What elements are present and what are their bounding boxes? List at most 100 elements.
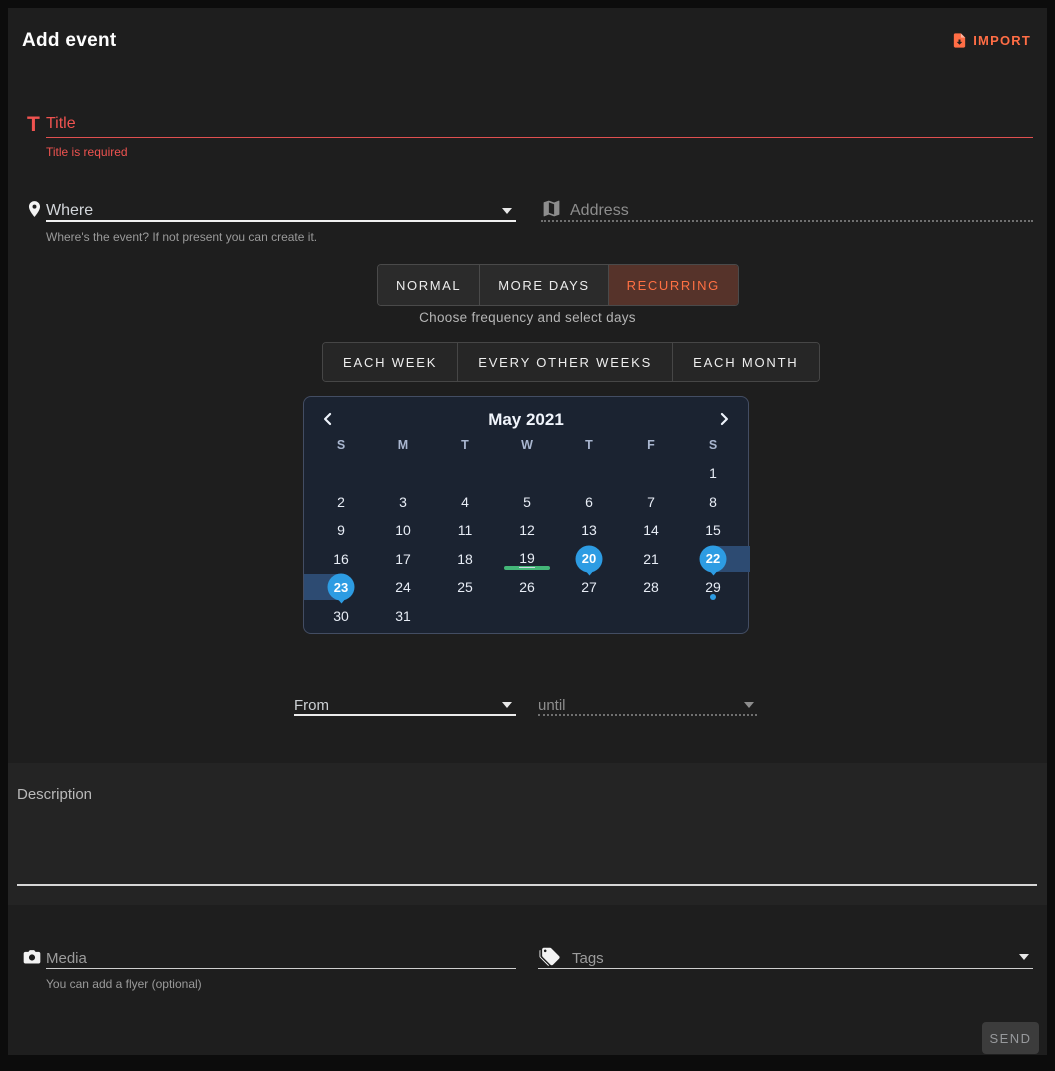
day-number: 4 (461, 494, 469, 510)
calendar-day-6[interactable]: 6 (558, 488, 620, 517)
day-number: 20 (582, 551, 596, 566)
calendar-day-14[interactable]: 14 (620, 516, 682, 545)
frequency-each-month[interactable]: EACH MONTH (673, 343, 818, 381)
calendar-day-31[interactable]: 31 (372, 602, 434, 631)
from-select[interactable] (294, 694, 494, 716)
where-caret-icon[interactable] (502, 208, 512, 214)
camera-icon (21, 946, 43, 966)
calendar-day-2[interactable]: 2 (310, 488, 372, 517)
where-hint: Where's the event? If not present you ca… (46, 230, 317, 244)
until-underline (538, 714, 757, 716)
day-number: 30 (333, 608, 349, 624)
media-hint: You can add a flyer (optional) (46, 977, 202, 991)
day-number: 24 (395, 579, 411, 595)
calendar-day-empty (682, 602, 744, 631)
weekday-label: S (682, 438, 744, 452)
day-number: 21 (643, 551, 659, 567)
calendar-day-empty (558, 459, 620, 488)
calendar-day-18[interactable]: 18 (434, 545, 496, 574)
page-title: Add event (22, 30, 117, 52)
calendar-day-22[interactable]: 22 (682, 545, 744, 574)
day-number: 12 (519, 522, 535, 538)
calendar-day-7[interactable]: 7 (620, 488, 682, 517)
calendar-day-16[interactable]: 16 (310, 545, 372, 574)
send-button[interactable]: SEND (982, 1022, 1039, 1054)
day-number: 25 (457, 579, 473, 595)
frequency-every-other-weeks[interactable]: EVERY OTHER WEEKS (458, 343, 673, 381)
from-caret-icon[interactable] (502, 702, 512, 708)
tags-caret-icon[interactable] (1019, 954, 1029, 960)
weekday-label: S (310, 438, 372, 452)
day-number: 17 (395, 551, 411, 567)
calendar: May 2021 SMTWTFS 12345678910111213141516… (303, 396, 749, 634)
calendar-day-29[interactable]: 29 (682, 573, 744, 602)
from-underline (294, 714, 516, 716)
calendar-day-9[interactable]: 9 (310, 516, 372, 545)
media-input[interactable] (46, 946, 486, 970)
day-number: 14 (643, 522, 659, 538)
calendar-day-empty (310, 459, 372, 488)
calendar-day-24[interactable]: 24 (372, 573, 434, 602)
tab-recurring[interactable]: RECURRING (609, 265, 738, 305)
calendar-day-15[interactable]: 15 (682, 516, 744, 545)
description-textarea[interactable] (17, 786, 1037, 881)
calendar-day-17[interactable]: 17 (372, 545, 434, 574)
calendar-day-19[interactable]: 19 (496, 545, 558, 574)
calendar-day-20[interactable]: 20 (558, 545, 620, 574)
tab-normal[interactable]: NORMAL (378, 265, 480, 305)
calendar-grid: 1234567891011121314151617181920212223242… (310, 459, 744, 630)
calendar-day-28[interactable]: 28 (620, 573, 682, 602)
day-number: 8 (709, 494, 717, 510)
day-number: 6 (585, 494, 593, 510)
tab-more-days[interactable]: MORE DAYS (480, 265, 608, 305)
calendar-week-row: 16 17 1819 20 21 22 (310, 545, 744, 574)
title-error-text: Title is required (46, 145, 128, 159)
calendar-next-button[interactable] (713, 409, 735, 431)
calendar-day-4[interactable]: 4 (434, 488, 496, 517)
calendar-day-10[interactable]: 10 (372, 516, 434, 545)
calendar-weekday-header: SMTWTFS (310, 438, 744, 452)
calendar-day-11[interactable]: 11 (434, 516, 496, 545)
calendar-week-row: 30 31 (310, 602, 744, 631)
calendar-day-27[interactable]: 27 (558, 573, 620, 602)
location-pin-icon (25, 198, 44, 220)
tags-select[interactable] (572, 946, 1002, 970)
calendar-day-25[interactable]: 25 (434, 573, 496, 602)
calendar-day-empty (496, 459, 558, 488)
calendar-day-3[interactable]: 3 (372, 488, 434, 517)
tags-icon (538, 946, 562, 967)
until-select[interactable] (538, 694, 718, 716)
calendar-week-row: 9 10 11 12 13 14 15 (310, 516, 744, 545)
description-underline (17, 884, 1037, 886)
weekday-label: T (434, 438, 496, 452)
calendar-day-30[interactable]: 30 (310, 602, 372, 631)
calendar-day-23[interactable]: 23 (310, 573, 372, 602)
calendar-day-26[interactable]: 26 (496, 573, 558, 602)
calendar-day-5[interactable]: 5 (496, 488, 558, 517)
day-number: 16 (333, 551, 349, 567)
weekday-label: F (620, 438, 682, 452)
import-button[interactable]: IMPORT (951, 32, 1031, 49)
calendar-day-8[interactable]: 8 (682, 488, 744, 517)
day-number: 11 (458, 522, 473, 538)
day-number: 1 (709, 465, 717, 481)
title-input[interactable] (46, 111, 1033, 137)
calendar-day-21[interactable]: 21 (620, 545, 682, 574)
calendar-day-empty (620, 459, 682, 488)
chevron-right-icon (714, 409, 734, 429)
calendar-day-empty (496, 602, 558, 631)
calendar-month-title: May 2021 (304, 410, 748, 430)
calendar-day-12[interactable]: 12 (496, 516, 558, 545)
calendar-day-empty (372, 459, 434, 488)
day-number: 9 (337, 522, 345, 538)
frequency-each-week[interactable]: EACH WEEK (323, 343, 458, 381)
calendar-day-1[interactable]: 1 (682, 459, 744, 488)
frequency-hint: Choose frequency and select days (8, 310, 1047, 325)
day-number: 23 (334, 580, 348, 595)
until-caret-icon[interactable] (744, 702, 754, 708)
title-underline (46, 137, 1033, 138)
calendar-day-13[interactable]: 13 (558, 516, 620, 545)
day-number: 26 (519, 579, 535, 595)
import-label: IMPORT (973, 33, 1031, 48)
day-number: 15 (705, 522, 721, 538)
